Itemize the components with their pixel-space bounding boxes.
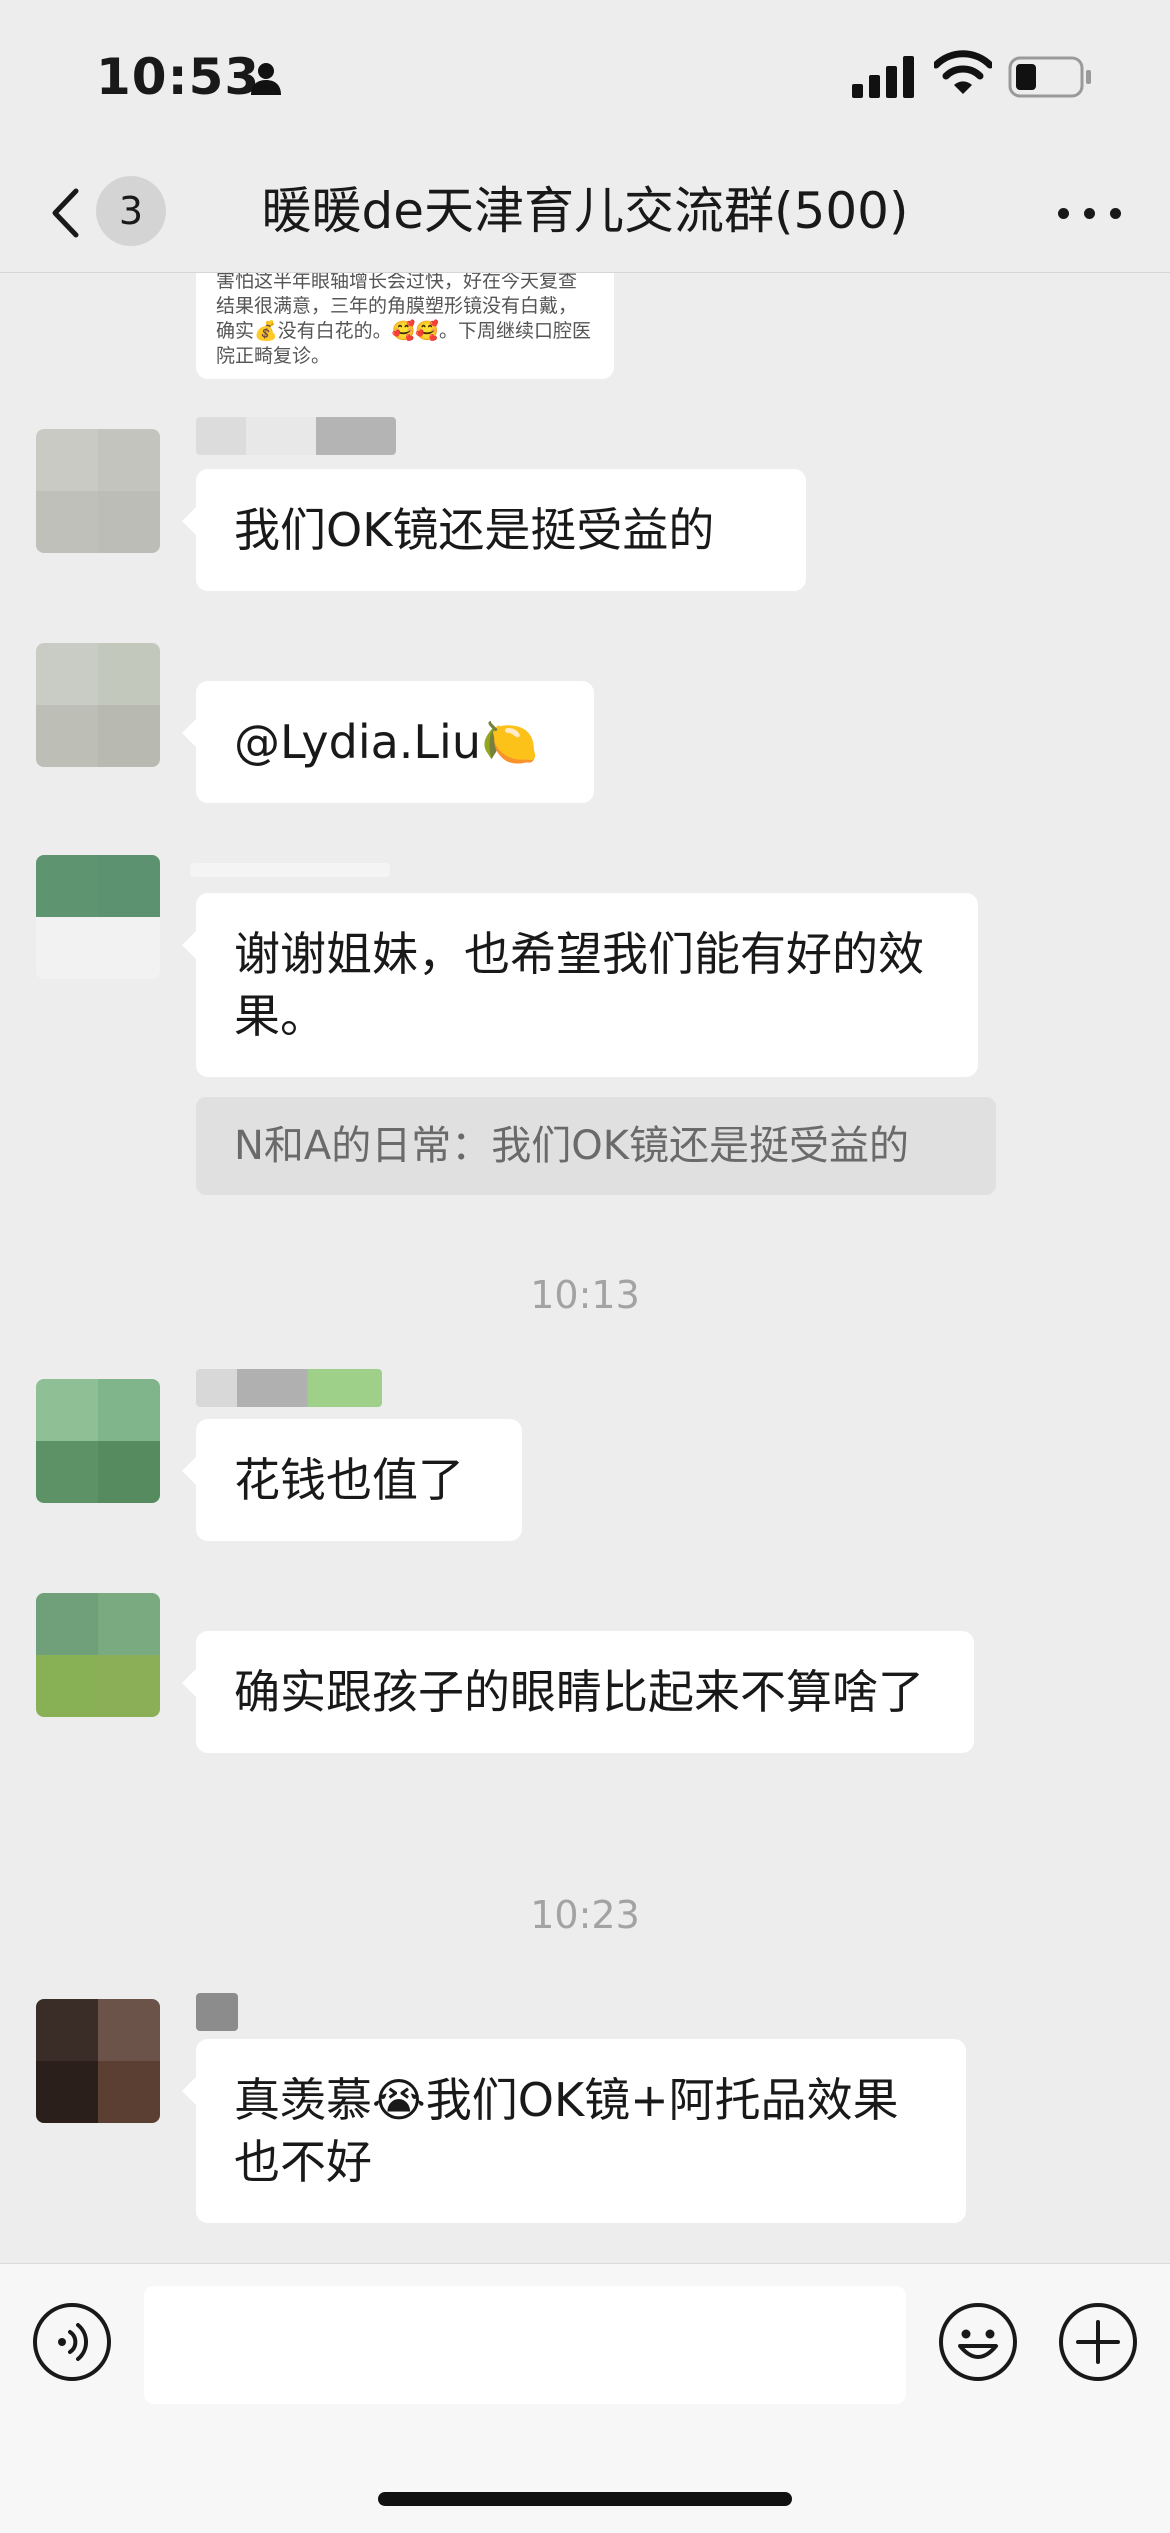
plus-icon[interactable]: [1058, 2302, 1138, 2382]
message-bubble[interactable]: 真羡慕😭我们OK镜+阿托品效果也不好: [182, 2039, 966, 2223]
sender-name: [196, 417, 396, 455]
avatar[interactable]: [36, 1379, 160, 1503]
status-time: 10:53: [96, 48, 261, 106]
avatar[interactable]: [36, 1593, 160, 1717]
input-bar: [0, 2263, 1170, 2533]
battery-icon: [1008, 56, 1091, 98]
message-bubble[interactable]: 花钱也值了: [182, 1419, 522, 1541]
sender-name: [196, 1993, 238, 2031]
more-icon[interactable]: [1050, 176, 1130, 246]
avatar[interactable]: [36, 429, 160, 553]
wifi-icon: [934, 50, 992, 94]
sender-name: [190, 863, 390, 877]
back-chevron-icon: [52, 188, 79, 238]
sender-name: [196, 1369, 382, 1407]
message-bubble[interactable]: 我们OK镜还是挺受益的: [182, 469, 806, 591]
quoted-message[interactable]: N和A的日常：我们OK镜还是挺受益的: [196, 1097, 996, 1195]
status-bar: 10:53: [0, 0, 1170, 150]
message-bubble[interactable]: 确实跟孩子的眼睛比起来不算啥了: [182, 1631, 974, 1753]
unread-count-badge: 3: [96, 176, 166, 246]
person-icon: [251, 63, 281, 95]
message-bubble[interactable]: 谢谢姐妹，也希望我们能有好的效果。: [182, 893, 978, 1077]
back-button[interactable]: 3: [40, 176, 170, 246]
timestamp: 10:13: [530, 1273, 640, 1317]
group-title: 暖暖de天津育儿交流群(500): [261, 182, 909, 240]
home-indicator: [378, 2492, 792, 2506]
message-bubble[interactable]: @Lydia.Liu🍋: [182, 681, 594, 803]
message-list[interactable]: 害怕这半年眼轴增长会过快，好在今天复查结果很满意，三年的角膜塑形镜没有白戴，确实…: [0, 273, 1170, 2263]
message-input[interactable]: [144, 2286, 906, 2404]
avatar[interactable]: [36, 855, 160, 979]
avatar[interactable]: [36, 643, 160, 767]
avatar[interactable]: [36, 1999, 160, 2123]
chat-header: 3 暖暖de天津育儿交流群(500): [0, 150, 1170, 273]
shared-image-text: 害怕这半年眼轴增长会过快，好在今天复查结果很满意，三年的角膜塑形镜没有白戴，确实…: [216, 273, 591, 367]
timestamp: 10:23: [530, 1893, 640, 1937]
emoji-icon[interactable]: [938, 2302, 1018, 2382]
signal-icon: [852, 56, 914, 98]
shared-image-message[interactable]: 害怕这半年眼轴增长会过快，好在今天复查结果很满意，三年的角膜塑形镜没有白戴，确实…: [196, 273, 614, 379]
voice-icon[interactable]: [32, 2302, 112, 2382]
